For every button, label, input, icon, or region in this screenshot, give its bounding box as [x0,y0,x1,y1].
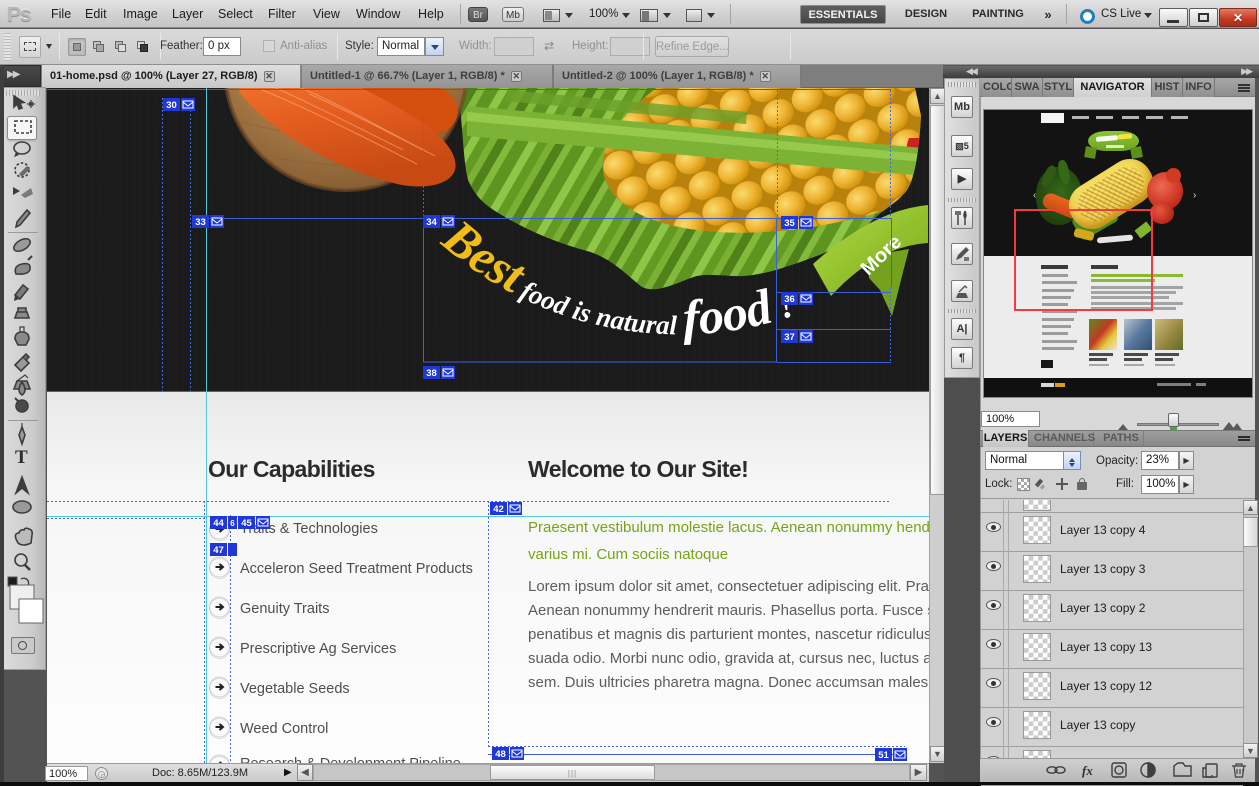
svg-text:Praesent vestibulum molestie l: Praesent vestibulum molestie lacus. Aene… [528,519,929,536]
svg-text:Prescriptive Ag Services: Prescriptive Ag Services [240,641,396,657]
svg-text:suada odio. Morbi nunc odio, g: suada odio. Morbi nunc odio, gravida at,… [528,650,929,667]
svg-text:6: 6 [230,519,235,528]
svg-text:Aenean nonummy hendrerit mauri: Aenean nonummy hendrerit mauris. Phasell… [528,602,929,619]
svg-text:36: 36 [784,294,795,305]
svg-text:Genuity Traits: Genuity Traits [240,601,329,617]
svg-text:37: 37 [784,332,795,343]
svg-text:45: 45 [241,518,252,529]
svg-text:34: 34 [426,217,437,228]
svg-text:33: 33 [195,217,206,228]
svg-text:T: T [15,447,28,468]
svg-text:48: 48 [495,749,506,760]
svg-text:Acceleron Seed Treatment Produ: Acceleron Seed Treatment Products [240,561,473,577]
svg-text:Lorem ipsum dolor sit amet, co: Lorem ipsum dolor sit amet, consectetuer… [528,578,929,595]
svg-text:38: 38 [426,368,437,379]
svg-text:42: 42 [493,504,504,515]
svg-text:Vegetable Seeds: Vegetable Seeds [240,681,350,697]
svg-text:51: 51 [878,750,889,761]
svg-text:30: 30 [166,100,177,111]
svg-text:varius mi. Cum sociis natoque: varius mi. Cum sociis natoque [528,546,728,563]
svg-text:35: 35 [784,218,795,229]
svg-text:Weed Control: Weed Control [240,721,328,737]
svg-text:47: 47 [213,545,224,556]
svg-text:penatibus et magnis dis partur: penatibus et magnis dis parturient monte… [528,626,929,643]
svg-text:Research & Development Pipelin: Research & Development Pipeline [240,756,461,763]
svg-text:Welcome to Our Site!: Welcome to Our Site! [528,456,748,482]
svg-text:Our Capabilities: Our Capabilities [208,456,375,482]
svg-text:fx: fx [1082,763,1093,778]
svg-text:44: 44 [213,518,224,529]
svg-text:sem. Duis ultricies pharetra m: sem. Duis ultricies pharetra magna. Done… [528,674,929,691]
